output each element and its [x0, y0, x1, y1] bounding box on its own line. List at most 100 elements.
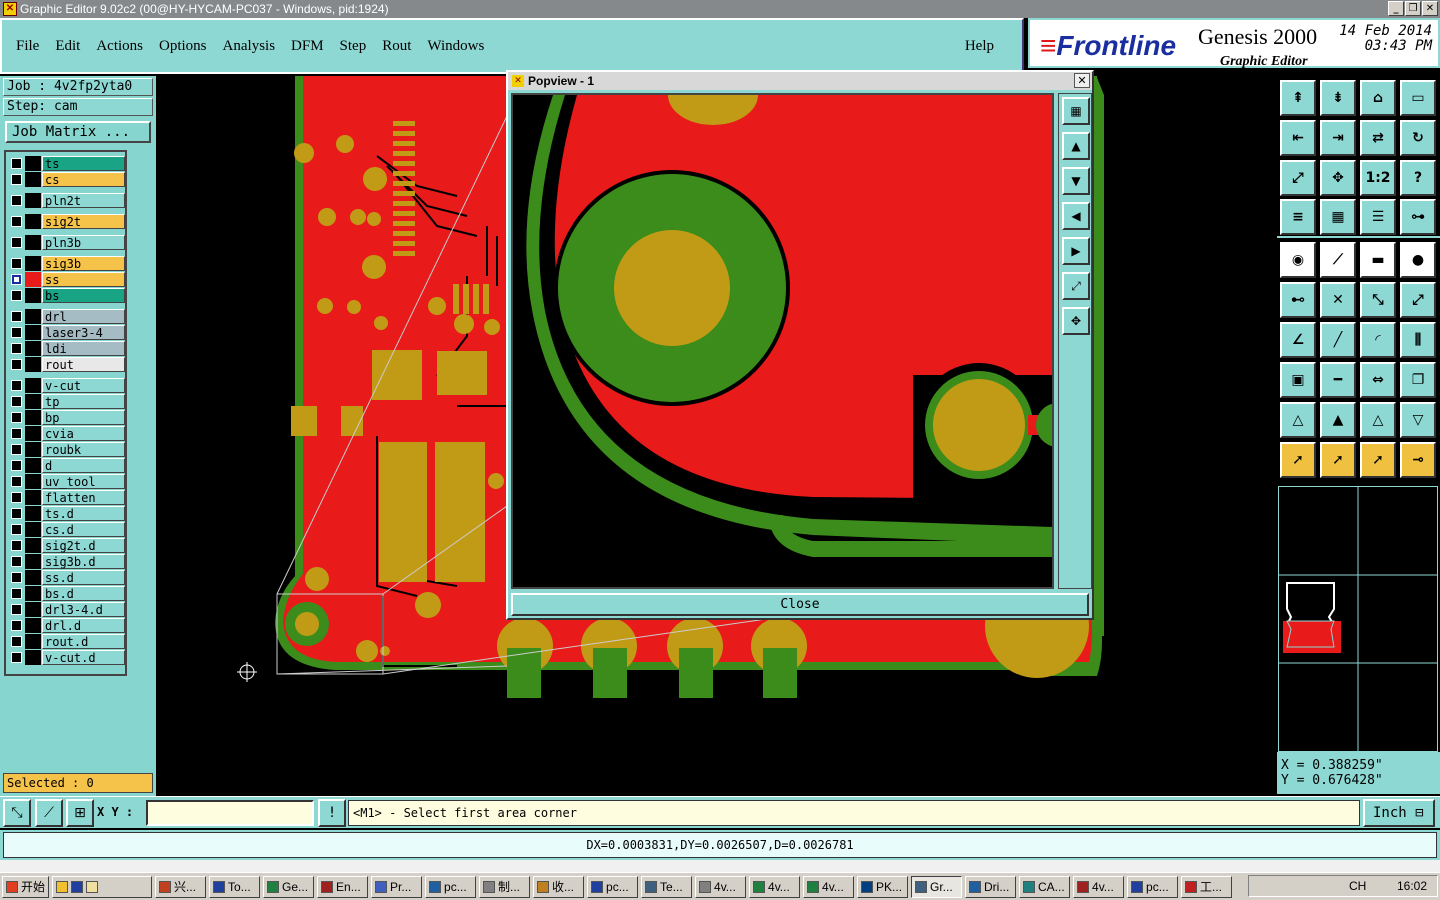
taskbar-item[interactable]: pc... — [1127, 875, 1179, 898]
popview-close-button[interactable]: Close — [511, 593, 1089, 616]
taskbar-item[interactable]: 4v... — [695, 875, 747, 898]
layer-checkbox[interactable] — [11, 476, 22, 487]
taskbar-item[interactable]: Pr... — [371, 875, 423, 898]
window-icon[interactable]: ▭ — [1400, 80, 1436, 116]
xy-input[interactable] — [146, 800, 314, 826]
triangle-a-icon[interactable]: ▲ — [1320, 402, 1356, 438]
layer-name[interactable]: sig2t — [42, 214, 125, 229]
layer-checkbox[interactable] — [11, 237, 22, 248]
layer-checkbox[interactable] — [11, 524, 22, 535]
layer-name[interactable]: drl3-4.d — [42, 602, 125, 617]
layer-row[interactable]: roubk — [6, 442, 127, 457]
select-box-icon[interactable]: ▣ — [1280, 362, 1316, 398]
slash-icon[interactable]: ╱ — [1320, 322, 1356, 358]
net-icon[interactable]: ⊶ — [1400, 199, 1436, 235]
layer-checkbox[interactable] — [11, 327, 22, 338]
layer-name[interactable]: cs — [42, 172, 125, 187]
minimize-button[interactable]: _ — [1388, 1, 1404, 16]
fit-icon[interactable]: ⤢ — [1280, 160, 1316, 196]
layer-name[interactable]: pln2t — [42, 193, 125, 208]
layer-name[interactable]: tp — [42, 394, 125, 409]
menu-file[interactable]: File — [16, 38, 39, 55]
layer-row[interactable]: sig3b — [6, 256, 127, 271]
layer-row[interactable]: uv_tool — [6, 474, 127, 489]
layer-name[interactable]: drl.d — [42, 618, 125, 633]
popview-fit-icon[interactable]: ⤢ — [1062, 272, 1090, 300]
layer-row[interactable]: ss — [6, 272, 127, 287]
taskbar-item[interactable]: Dri... — [965, 875, 1017, 898]
query-icon[interactable]: ? — [1400, 160, 1436, 196]
layer-name[interactable]: ss.d — [42, 570, 125, 585]
layer-row[interactable]: sig2t.d — [6, 538, 127, 553]
layer-name[interactable]: v-cut — [42, 378, 125, 393]
layer-checkbox[interactable] — [11, 492, 22, 503]
layers-icon[interactable]: ☰ — [1360, 199, 1396, 235]
layer-row[interactable]: pln3b — [6, 235, 127, 250]
layer-row[interactable]: sig3b.d — [6, 554, 127, 569]
layer-checkbox[interactable] — [11, 604, 22, 615]
layer-row[interactable]: sig2t — [6, 214, 127, 229]
layer-name[interactable]: rout.d — [42, 634, 125, 649]
measure-icon[interactable]: ≡ — [1280, 199, 1316, 235]
ruler-icon[interactable]: ▬ — [1360, 242, 1396, 278]
layer-name[interactable]: v-cut.d — [42, 650, 125, 665]
layer-row[interactable]: rout.d — [6, 634, 127, 649]
layer-row[interactable]: bp — [6, 410, 127, 425]
taskbar-item[interactable]: Gr... — [911, 875, 963, 898]
taskbar-item[interactable]: To... — [209, 875, 261, 898]
layer-name[interactable]: ts — [42, 156, 125, 171]
layer-row[interactable]: v-cut — [6, 378, 127, 393]
layer-name[interactable]: roubk — [42, 442, 125, 457]
overview-thumbnail[interactable] — [1278, 486, 1438, 752]
popview-window[interactable]: Popview - 1 ✕ ✕ ▦ ▲ ▼ ◀ ▶ ⤢ ✥ Close — [506, 70, 1094, 620]
layer-checkbox[interactable] — [11, 274, 22, 285]
units-select[interactable]: Inch ⊟ — [1363, 799, 1435, 827]
layer-row[interactable]: ss.d — [6, 570, 127, 585]
taskbar-item[interactable]: Te... — [641, 875, 693, 898]
layer-row[interactable]: cs.d — [6, 522, 127, 537]
move-left-icon[interactable]: ⇤ — [1280, 120, 1316, 156]
layer-checkbox[interactable] — [11, 195, 22, 206]
angle-icon[interactable]: ∠ — [1280, 322, 1316, 358]
layer-checkbox[interactable] — [11, 216, 22, 227]
layer-name[interactable]: bs — [42, 288, 125, 303]
resize-icon[interactable]: ⇔ — [1360, 362, 1396, 398]
taskbar-item[interactable]: 工... — [1181, 875, 1233, 898]
job-matrix-button[interactable]: Job Matrix ... — [5, 121, 151, 143]
layer-checkbox[interactable] — [11, 652, 22, 663]
popview-zoom-icon[interactable]: ▦ — [1062, 97, 1090, 125]
taskbar-item[interactable]: CA... — [1019, 875, 1071, 898]
dot-icon[interactable]: ● — [1400, 242, 1436, 278]
layer-name[interactable]: drl — [42, 309, 125, 324]
download-icon[interactable]: ⇟ — [1320, 80, 1356, 116]
popview-pan-right-icon[interactable]: ▶ — [1062, 237, 1090, 265]
layer-row[interactable]: cs — [6, 172, 127, 187]
layer-name[interactable]: bs.d — [42, 586, 125, 601]
center-icon[interactable]: ✥ — [1320, 160, 1356, 196]
layer-row[interactable]: ts — [6, 156, 127, 171]
menu-windows[interactable]: Windows — [427, 38, 484, 55]
layer-name[interactable]: ts.d — [42, 506, 125, 521]
copy-icon[interactable]: ❐ — [1400, 362, 1436, 398]
layer-checkbox[interactable] — [11, 460, 22, 471]
layer-name[interactable]: bp — [42, 410, 125, 425]
layer-checkbox[interactable] — [11, 572, 22, 583]
layer-checkbox[interactable] — [11, 428, 22, 439]
layer-name[interactable]: cvia — [42, 426, 125, 441]
taskbar-item[interactable]: 兴... — [155, 875, 207, 898]
split-icon[interactable]: ⫼ — [1400, 322, 1436, 358]
close-button[interactable]: ✕ — [1422, 1, 1438, 16]
pointer-net-icon[interactable]: ⊸ — [1400, 442, 1436, 478]
upload-icon[interactable]: ⇞ — [1280, 80, 1316, 116]
move-node-icon[interactable]: ⤡ — [1360, 282, 1396, 318]
add-node-icon[interactable]: ⤢ — [1400, 282, 1436, 318]
layer-row[interactable]: drl.d — [6, 618, 127, 633]
taskbar-item[interactable]: pc... — [425, 875, 477, 898]
ratio-icon[interactable]: 1:2 — [1360, 160, 1396, 196]
menu-actions[interactable]: Actions — [96, 38, 143, 55]
cross-icon[interactable]: ✕ — [1320, 282, 1356, 318]
layer-row[interactable]: rout — [6, 357, 127, 372]
popview-pan-down-icon[interactable]: ▼ — [1062, 167, 1090, 195]
layer-row[interactable]: drl — [6, 309, 127, 324]
layer-name[interactable]: d — [42, 458, 125, 473]
